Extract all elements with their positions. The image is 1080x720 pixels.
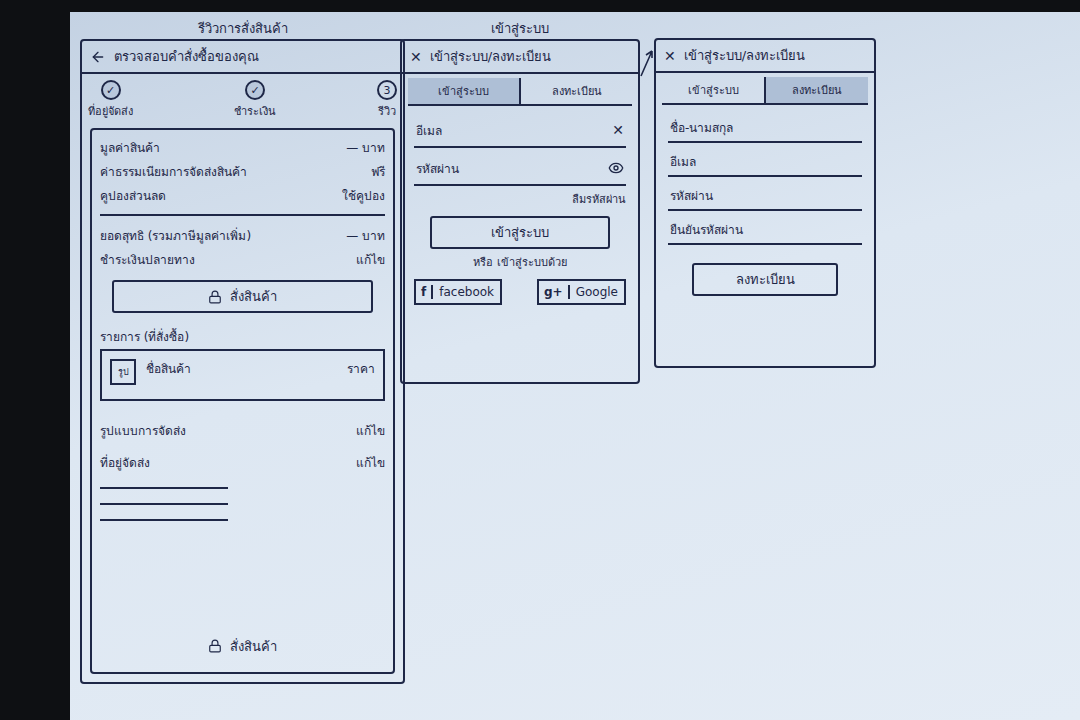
tab[interactable]: ลงทะเบียน bbox=[521, 78, 632, 104]
lock-icon bbox=[208, 290, 222, 304]
divider bbox=[100, 214, 385, 216]
close-icon[interactable]: ✕ bbox=[664, 48, 676, 64]
placeholder-line bbox=[100, 519, 228, 521]
total-row: ยอดสุทธิ (รวมภาษีมูลค่าเพิ่ม)— บาท bbox=[100, 224, 385, 246]
item-name: ชื่อสินค้า bbox=[146, 359, 337, 378]
screen-caption: รีวิวการสั่งสินค้า bbox=[194, 18, 292, 39]
edit-link[interactable]: แก้ไข bbox=[356, 453, 385, 472]
login-column: เข้าสู่ระบบ✕เข้าสู่ระบบ/ลงทะเบียนเข้าสู่… bbox=[400, 18, 640, 384]
input-field[interactable]: อีเมล✕ bbox=[414, 114, 626, 148]
order-column: รีวิวการสั่งสินค้าตรวจสอบคำสั่งซื้อของคุ… bbox=[80, 18, 405, 684]
social-icon: g+ bbox=[539, 285, 570, 299]
back-arrow-icon[interactable] bbox=[90, 49, 106, 65]
input-field[interactable]: อีเมล bbox=[668, 147, 862, 177]
tab[interactable]: เข้าสู่ระบบ bbox=[662, 77, 766, 103]
total-row: ชำระเงินปลายทางแก้ไข bbox=[100, 248, 385, 270]
eye-icon[interactable] bbox=[608, 160, 624, 176]
forgot-link[interactable]: ลืมรหัสผ่าน bbox=[414, 190, 626, 208]
input-field[interactable]: รหัสผ่าน bbox=[668, 181, 862, 211]
flow-arrow-icon bbox=[640, 48, 654, 78]
header: ✕เข้าสู่ระบบ/ลงทะเบียน bbox=[402, 41, 638, 74]
placeholder-line bbox=[100, 487, 228, 489]
summary-row: ค่าธรรมเนียมการจัดส่งสินค้าฟรี bbox=[100, 160, 385, 182]
items-heading: รายการ (ที่สั่งซื้อ) bbox=[100, 327, 385, 347]
step-label: รีวิว bbox=[378, 102, 396, 120]
login-form: อีเมล✕ รหัสผ่านลืมรหัสผ่าน bbox=[402, 106, 638, 216]
order-box: มูลค่าสินค้า— บาทค่าธรรมเนียมการจัดส่งสิ… bbox=[90, 128, 395, 674]
step: ✓ ชำระเงิน bbox=[234, 80, 276, 120]
tabs: เข้าสู่ระบบลงทะเบียน bbox=[662, 77, 868, 105]
bottom-order-button[interactable]: สั่งสินค้า bbox=[112, 630, 373, 662]
tab[interactable]: เข้าสู่ระบบ bbox=[408, 78, 521, 104]
step: 3 รีวิว bbox=[377, 80, 397, 120]
order-button[interactable]: สั่งสินค้า bbox=[112, 280, 373, 313]
close-icon[interactable]: ✕ bbox=[410, 49, 422, 65]
register-phone: ✕เข้าสู่ระบบ/ลงทะเบียนเข้าสู่ระบบลงทะเบี… bbox=[654, 38, 876, 368]
item-image: รูป bbox=[110, 359, 136, 385]
paper-sheet: รีวิวการสั่งสินค้าตรวจสอบคำสั่งซื้อของคุ… bbox=[70, 12, 1080, 720]
edit-link[interactable]: แก้ไข bbox=[356, 421, 385, 440]
steps: ✓ ที่อยู่จัดส่ง ✓ ชำระเงิน 3 รีวิว bbox=[82, 74, 403, 124]
step-label: ที่อยู่จัดส่ง bbox=[88, 102, 133, 120]
login-button[interactable]: เข้าสู่ระบบ bbox=[430, 216, 610, 249]
screen-caption: เข้าสู่ระบบ bbox=[487, 18, 553, 39]
header-title: ตรวจสอบคำสั่งซื้อของคุณ bbox=[114, 46, 259, 67]
detail-row: ที่อยู่จัดส่งแก้ไข bbox=[100, 447, 385, 477]
order-phone: ตรวจสอบคำสั่งซื้อของคุณ ✓ ที่อยู่จัดส่ง ✓ ชำ… bbox=[80, 39, 405, 684]
login-phone: ✕เข้าสู่ระบบ/ลงทะเบียนเข้าสู่ระบบลงทะเบี… bbox=[400, 39, 640, 384]
summary-row: คูปองส่วนลดใช้คูปอง bbox=[100, 184, 385, 206]
step-mark: 3 bbox=[377, 80, 397, 100]
step-mark: ✓ bbox=[101, 80, 121, 100]
item-card[interactable]: รูป ชื่อสินค้า ราคา bbox=[100, 349, 385, 401]
screen-caption bbox=[761, 18, 769, 38]
summary-row: มูลค่าสินค้า— บาท bbox=[100, 136, 385, 158]
step-label: ชำระเงิน bbox=[234, 102, 276, 120]
page: รีวิวการสั่งสินค้าตรวจสอบคำสั่งซื้อของคุ… bbox=[0, 0, 1080, 720]
social-button[interactable]: ffacebook bbox=[414, 279, 502, 305]
header: ✕เข้าสู่ระบบ/ลงทะเบียน bbox=[656, 40, 874, 73]
social-icon: f bbox=[416, 285, 433, 299]
tab[interactable]: ลงทะเบียน bbox=[766, 77, 868, 103]
header: ตรวจสอบคำสั่งซื้อของคุณ bbox=[82, 41, 403, 74]
alt-login-text: หรือ เข้าสู่ระบบด้วย bbox=[402, 253, 638, 271]
tabs: เข้าสู่ระบบลงทะเบียน bbox=[408, 78, 632, 106]
placeholder-line bbox=[100, 503, 228, 505]
clear-icon[interactable]: ✕ bbox=[612, 122, 624, 138]
social-row: ffacebook g+Google bbox=[402, 271, 638, 315]
input-field[interactable]: ยืนยันรหัสผ่าน bbox=[668, 215, 862, 245]
step-mark: ✓ bbox=[245, 80, 265, 100]
detail-row: รูปแบบการจัดส่งแก้ไข bbox=[100, 415, 385, 445]
lock-icon bbox=[208, 639, 222, 653]
item-price: ราคา bbox=[347, 359, 375, 378]
register-form: ชื่อ-นามสกุลอีเมลรหัสผ่านยืนยันรหัสผ่าน bbox=[656, 105, 874, 253]
input-field[interactable]: ชื่อ-นามสกุล bbox=[668, 113, 862, 143]
register-button[interactable]: ลงทะเบียน bbox=[692, 263, 838, 296]
social-button[interactable]: g+Google bbox=[537, 279, 626, 305]
input-field[interactable]: รหัสผ่าน bbox=[414, 152, 626, 186]
register-column: ✕เข้าสู่ระบบ/ลงทะเบียนเข้าสู่ระบบลงทะเบี… bbox=[654, 18, 876, 368]
step: ✓ ที่อยู่จัดส่ง bbox=[88, 80, 133, 120]
